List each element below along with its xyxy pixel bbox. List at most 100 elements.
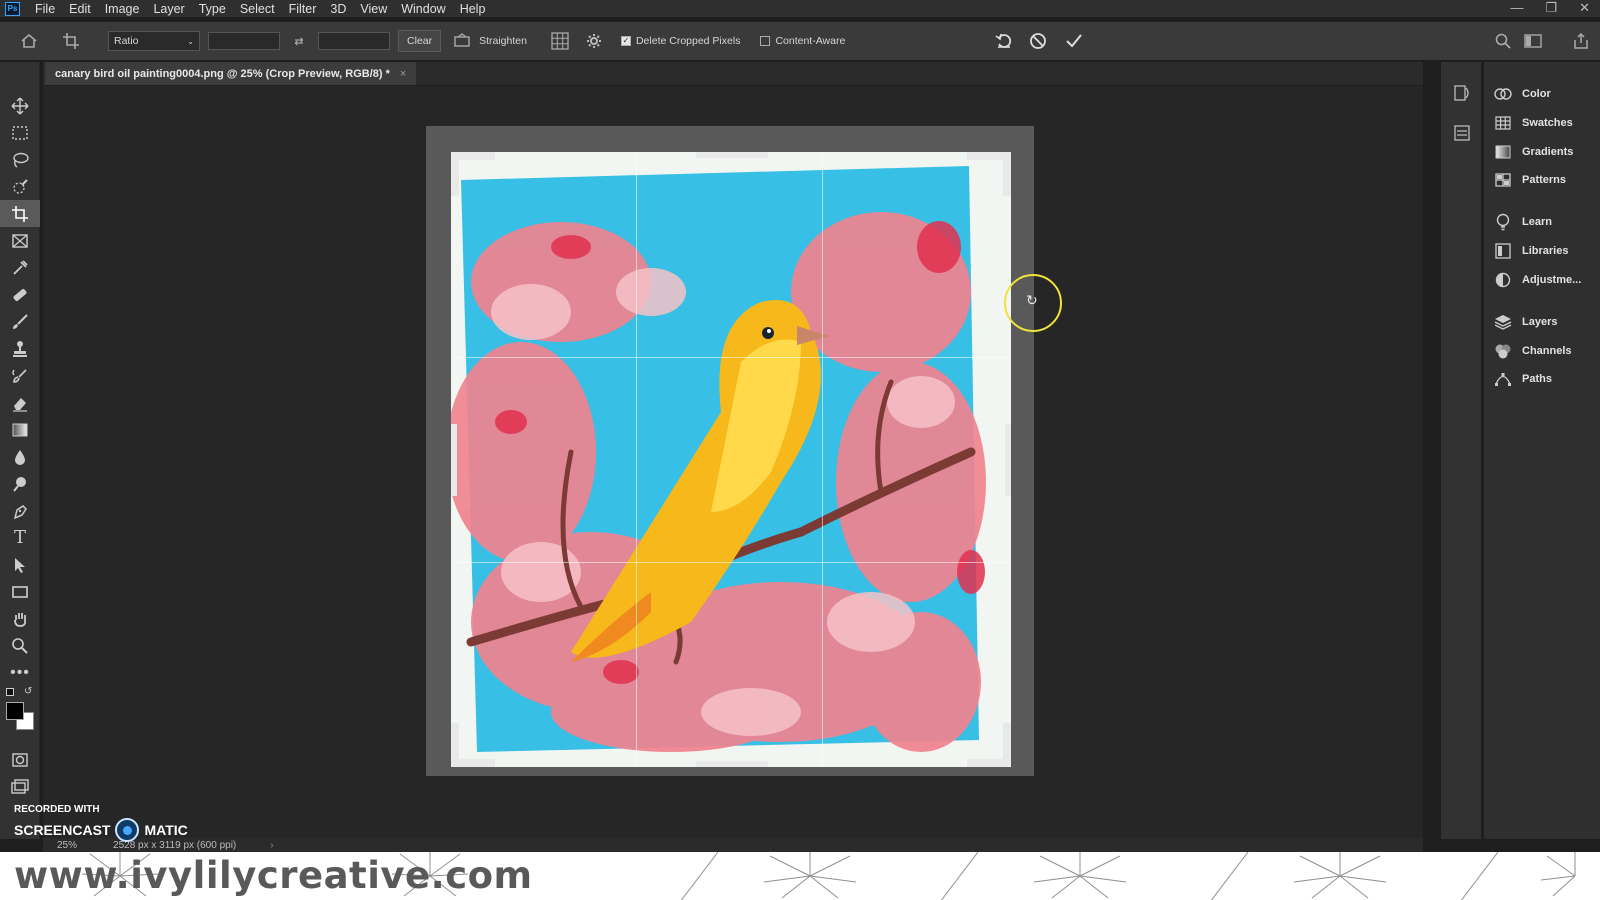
move-tool-icon[interactable]	[0, 92, 40, 119]
checkbox-unchecked-icon	[760, 36, 771, 46]
menu-window[interactable]: Window	[394, 2, 452, 16]
content-aware-checkbox[interactable]: Content-Aware	[760, 35, 845, 47]
commit-checkmark-icon[interactable]	[1063, 30, 1085, 52]
crop-handle-bottom-left[interactable]	[451, 723, 459, 767]
more-tools-icon[interactable]: •••	[0, 659, 40, 686]
hand-tool-icon[interactable]	[0, 605, 40, 632]
eyedropper-tool-icon[interactable]	[0, 254, 40, 281]
crop-tool-preset-icon[interactable]	[60, 30, 82, 52]
panel-color[interactable]: Color	[1484, 80, 1600, 108]
dodge-tool-icon[interactable]	[0, 470, 40, 497]
marquee-tool-icon[interactable]	[0, 119, 40, 146]
restore-icon[interactable]: ❐	[1545, 0, 1557, 16]
minimize-icon[interactable]: —	[1510, 0, 1523, 16]
swap-icon[interactable]: ⇄	[288, 30, 310, 52]
foreground-color-swatch[interactable]	[6, 702, 24, 720]
close-tab-icon[interactable]: ×	[400, 68, 406, 80]
ratio-width-input[interactable]	[208, 32, 280, 50]
menu-edit[interactable]: Edit	[62, 2, 98, 16]
ratio-height-input[interactable]	[318, 32, 390, 50]
frame-tool-icon[interactable]	[0, 227, 40, 254]
delete-cropped-pixels-checkbox[interactable]: ✓ Delete Cropped Pixels	[620, 35, 740, 47]
history-brush-tool-icon[interactable]	[0, 362, 40, 389]
history-panel-icon[interactable]	[1453, 84, 1471, 102]
properties-panel-icon[interactable]	[1453, 124, 1471, 142]
menu-3d[interactable]: 3D	[323, 2, 353, 16]
website-url[interactable]: www.ivylilycreative.com	[14, 854, 533, 897]
panel-libraries[interactable]: Libraries	[1484, 237, 1600, 265]
rectangle-tool-icon[interactable]	[0, 578, 40, 605]
panel-paths[interactable]: Paths	[1484, 365, 1600, 393]
status-bar: 25% 2528 px x 3119 px (600 ppi) ›	[43, 838, 1423, 852]
menu-filter[interactable]: Filter	[282, 2, 324, 16]
canary-painting-image[interactable]	[446, 152, 1011, 767]
ratio-select[interactable]: Ratio ⌄	[108, 31, 200, 51]
crop-handle-top-left[interactable]	[451, 152, 459, 196]
menu-select[interactable]: Select	[233, 2, 282, 16]
panel-learn-label: Learn	[1522, 216, 1552, 228]
straighten-icon[interactable]	[451, 30, 473, 52]
brush-tool-icon[interactable]	[0, 308, 40, 335]
menu-bar: Ps File Edit Image Layer Type Select Fil…	[0, 0, 1600, 17]
cancel-icon[interactable]	[1027, 30, 1049, 52]
swap-colors-icon[interactable]: ↺	[24, 686, 32, 697]
document-tab[interactable]: canary bird oil painting0004.png @ 25% (…	[45, 62, 417, 85]
crop-grid-line	[822, 152, 823, 767]
crop-handle-bottom-right[interactable]	[1003, 723, 1011, 767]
panels-column: Color Swatches Gradients Patterns Learn …	[1484, 62, 1600, 839]
search-icon[interactable]	[1492, 30, 1514, 52]
panel-channels[interactable]: Channels	[1484, 337, 1600, 365]
layers-icon	[1492, 313, 1514, 331]
color-icon	[1492, 85, 1514, 103]
home-icon[interactable]	[18, 30, 40, 52]
menu-file[interactable]: File	[28, 2, 62, 16]
panel-gradients[interactable]: Gradients	[1484, 138, 1600, 166]
quick-select-tool-icon[interactable]	[0, 173, 40, 200]
crop-grid-line	[451, 357, 1011, 358]
crop-grid-line	[636, 152, 637, 767]
eraser-tool-icon[interactable]	[0, 389, 40, 416]
close-icon[interactable]: ✕	[1579, 0, 1590, 16]
crop-handle-left[interactable]	[451, 424, 457, 496]
menu-help[interactable]: Help	[453, 2, 493, 16]
gear-icon[interactable]	[583, 30, 605, 52]
straighten-label[interactable]: Straighten	[479, 35, 527, 47]
screen-mode-icon[interactable]	[0, 773, 40, 800]
crop-handle-top[interactable]	[696, 152, 768, 158]
paths-icon	[1492, 370, 1514, 388]
menu-layer[interactable]: Layer	[146, 2, 191, 16]
gradient-tool-icon[interactable]	[0, 416, 40, 443]
workspace-icon[interactable]	[1522, 30, 1544, 52]
checkbox-checked-icon: ✓	[620, 36, 631, 46]
healing-tool-icon[interactable]	[0, 281, 40, 308]
path-select-tool-icon[interactable]	[0, 551, 40, 578]
chevron-right-icon[interactable]: ›	[270, 840, 273, 851]
menu-image[interactable]: Image	[98, 2, 147, 16]
reset-icon[interactable]	[993, 30, 1015, 52]
pen-tool-icon[interactable]	[0, 497, 40, 524]
crop-handle-right[interactable]	[1005, 424, 1011, 496]
color-swatches[interactable]: ↺	[0, 686, 39, 746]
panel-swatches[interactable]: Swatches	[1484, 109, 1600, 137]
panel-patterns[interactable]: Patterns	[1484, 166, 1600, 194]
crop-tool-icon[interactable]	[0, 200, 40, 227]
panel-layers[interactable]: Layers	[1484, 308, 1600, 336]
stamp-tool-icon[interactable]	[0, 335, 40, 362]
document-tab-title: canary bird oil painting0004.png @ 25% (…	[55, 67, 390, 80]
default-colors-icon[interactable]	[6, 688, 14, 696]
crop-handle-bottom[interactable]	[696, 761, 768, 767]
quick-mask-icon[interactable]	[0, 746, 40, 773]
overlay-grid-icon[interactable]	[549, 30, 571, 52]
panel-adjustments[interactable]: Adjustme...	[1484, 266, 1600, 294]
type-tool-icon[interactable]: T	[0, 524, 40, 551]
menu-type[interactable]: Type	[192, 2, 233, 16]
panel-channels-label: Channels	[1522, 345, 1572, 357]
clear-button[interactable]: Clear	[398, 30, 442, 52]
lasso-tool-icon[interactable]	[0, 146, 40, 173]
crop-handle-top-right[interactable]	[1003, 152, 1011, 196]
zoom-tool-icon[interactable]	[0, 632, 40, 659]
menu-view[interactable]: View	[353, 2, 394, 16]
blur-tool-icon[interactable]	[0, 443, 40, 470]
panel-learn[interactable]: Learn	[1484, 208, 1600, 236]
share-icon[interactable]	[1570, 30, 1592, 52]
